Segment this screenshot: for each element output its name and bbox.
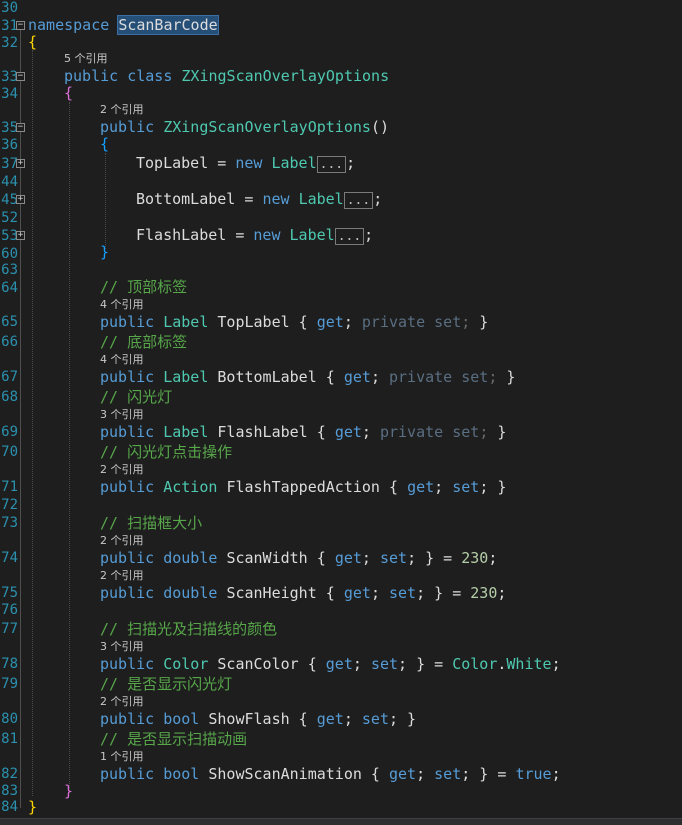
reference-count[interactable]: 4 个引用 xyxy=(100,353,144,367)
indent-guide xyxy=(32,50,33,796)
constructor-line[interactable]: public ZXingScanOverlayOptions() xyxy=(100,118,389,136)
line-number: 34 xyxy=(1,86,18,102)
comment-line[interactable]: // 闪光灯 xyxy=(100,388,172,406)
indent-guide xyxy=(105,153,106,249)
line-number: 64 xyxy=(1,280,18,296)
collapsed-block-button[interactable]: ... xyxy=(334,228,365,245)
reference-count[interactable]: 1 个引用 xyxy=(100,750,144,764)
reference-count[interactable]: 2 个引用 xyxy=(100,534,144,548)
reference-count[interactable]: 3 个引用 xyxy=(100,640,144,654)
property-line[interactable]: public bool ShowScanAnimation { get; set… xyxy=(100,765,561,783)
line-number: 84 xyxy=(1,799,18,815)
code-line[interactable]: BottomLabel = new Label...; xyxy=(136,190,382,210)
code-line[interactable]: { xyxy=(64,84,73,102)
property-line[interactable]: public double ScanHeight { get; set; } =… xyxy=(100,584,506,602)
line-number: 76 xyxy=(1,602,18,618)
property-line[interactable]: public Label TopLabel { get; private set… xyxy=(100,313,488,331)
line-number: 69 xyxy=(1,424,18,440)
collapsed-block-button[interactable]: ... xyxy=(316,156,347,173)
line-number: 80 xyxy=(1,711,18,727)
line-number: 30 xyxy=(1,0,18,16)
keyword: namespace xyxy=(28,16,110,34)
plus-box-icon[interactable]: + xyxy=(16,195,25,204)
reference-count[interactable]: 2 个引用 xyxy=(100,569,144,583)
minus-box-icon[interactable]: − xyxy=(16,123,25,132)
line-number: 70 xyxy=(1,444,18,460)
line-number: 32 xyxy=(1,35,18,51)
comment-line[interactable]: // 底部标签 xyxy=(100,333,187,351)
comment-line[interactable]: // 扫描框大小 xyxy=(100,514,202,532)
namespace-name: ScanBarCode xyxy=(117,15,219,35)
code-line[interactable]: } xyxy=(100,243,109,261)
plus-box-icon[interactable]: + xyxy=(16,231,25,240)
code-line[interactable]: { xyxy=(100,135,109,153)
code-line[interactable]: { xyxy=(28,33,37,51)
namespace-line[interactable]: namespace ScanBarCode xyxy=(28,15,219,35)
line-number: 60 xyxy=(1,246,18,262)
comment-line[interactable]: // 是否显示闪光灯 xyxy=(100,675,232,693)
line-number: 67 xyxy=(1,369,18,385)
line-number: 74 xyxy=(1,550,18,566)
code-line[interactable]: } xyxy=(28,798,37,816)
line-number: 66 xyxy=(1,334,18,350)
comment-line[interactable]: // 是否显示扫描动画 xyxy=(100,730,247,748)
plus-box-icon[interactable]: + xyxy=(16,159,25,168)
comment-line[interactable]: // 顶部标签 xyxy=(100,278,187,296)
property-line[interactable]: public Action FlashTappedAction { get; s… xyxy=(100,478,506,496)
indent-guide xyxy=(69,102,70,788)
class-declaration-line[interactable]: public class ZXingScanOverlayOptions xyxy=(64,67,389,85)
reference-count[interactable]: 4 个引用 xyxy=(100,298,144,312)
collapsed-block-button[interactable]: ... xyxy=(343,192,374,209)
line-number: 44 xyxy=(1,174,18,190)
property-line[interactable]: public bool ShowFlash { get; set; } xyxy=(100,710,416,728)
property-line[interactable]: public Label BottomLabel { get; private … xyxy=(100,368,515,386)
property-line[interactable]: public double ScanWidth { get; set; } = … xyxy=(100,549,497,567)
line-number: 83 xyxy=(1,783,18,799)
comment-line[interactable]: // 闪光灯点击操作 xyxy=(100,443,232,461)
comment-line[interactable]: // 扫描光及扫描线的颜色 xyxy=(100,620,277,638)
minus-box-icon[interactable]: − xyxy=(16,21,25,30)
property-line[interactable]: public Color ScanColor { get; set; } = C… xyxy=(100,655,561,673)
reference-count[interactable]: 2 个引用 xyxy=(100,103,144,117)
line-number: 65 xyxy=(1,314,18,330)
line-number: 75 xyxy=(1,585,18,601)
reference-count[interactable]: 3 个引用 xyxy=(100,408,144,422)
reference-count[interactable]: 2 个引用 xyxy=(100,695,144,709)
line-number: 52 xyxy=(1,210,18,226)
line-number: 79 xyxy=(1,676,18,692)
line-number: 77 xyxy=(1,621,18,637)
fold-line xyxy=(20,28,21,808)
code-line[interactable]: FlashLabel = new Label...; xyxy=(136,226,373,246)
line-number: 73 xyxy=(1,515,18,531)
code-line[interactable]: TopLabel = new Label...; xyxy=(136,154,355,174)
line-number: 81 xyxy=(1,731,18,747)
minus-box-icon[interactable]: − xyxy=(16,72,25,81)
line-number: 78 xyxy=(1,656,18,672)
reference-count[interactable]: 2 个引用 xyxy=(100,463,144,477)
line-number: 82 xyxy=(1,766,18,782)
line-number: 72 xyxy=(1,497,18,513)
line-number: 68 xyxy=(1,389,18,405)
reference-count[interactable]: 5 个引用 xyxy=(64,52,108,66)
line-number: 36 xyxy=(1,137,18,153)
property-line[interactable]: public Label FlashLabel { get; private s… xyxy=(100,423,506,441)
line-number: 63 xyxy=(1,262,18,278)
line-number: 71 xyxy=(1,479,18,495)
code-line[interactable]: } xyxy=(64,782,73,800)
